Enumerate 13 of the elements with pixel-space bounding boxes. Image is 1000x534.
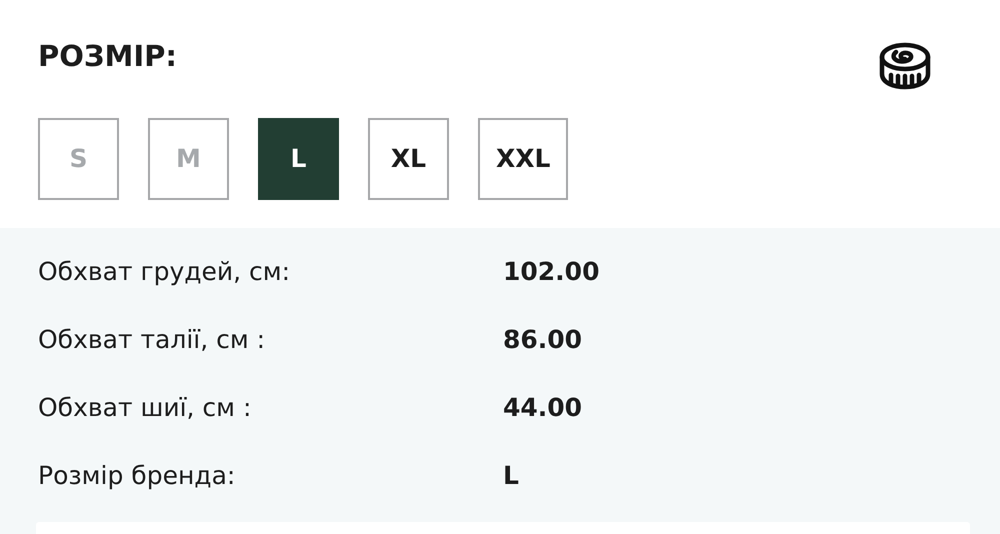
size-option[interactable]: XL <box>368 118 449 200</box>
measurement-label: Обхват талії, см : <box>38 324 266 356</box>
section-heading: РОЗМІР: <box>38 42 178 71</box>
measurement-label: Розмір бренда: <box>38 460 236 492</box>
measuring-tape-icon <box>878 42 932 90</box>
measurement-value: 44.00 <box>503 392 582 424</box>
measurement-value: 102.00 <box>503 256 600 288</box>
measurement-label: Обхват шиї, см : <box>38 392 252 424</box>
size-option[interactable]: XXL <box>478 118 568 200</box>
measurement-label: Обхват грудей, см: <box>38 256 292 288</box>
measurement-value: 86.00 <box>503 324 582 356</box>
size-option[interactable]: L <box>258 118 339 200</box>
measurement-value: L <box>503 460 519 492</box>
